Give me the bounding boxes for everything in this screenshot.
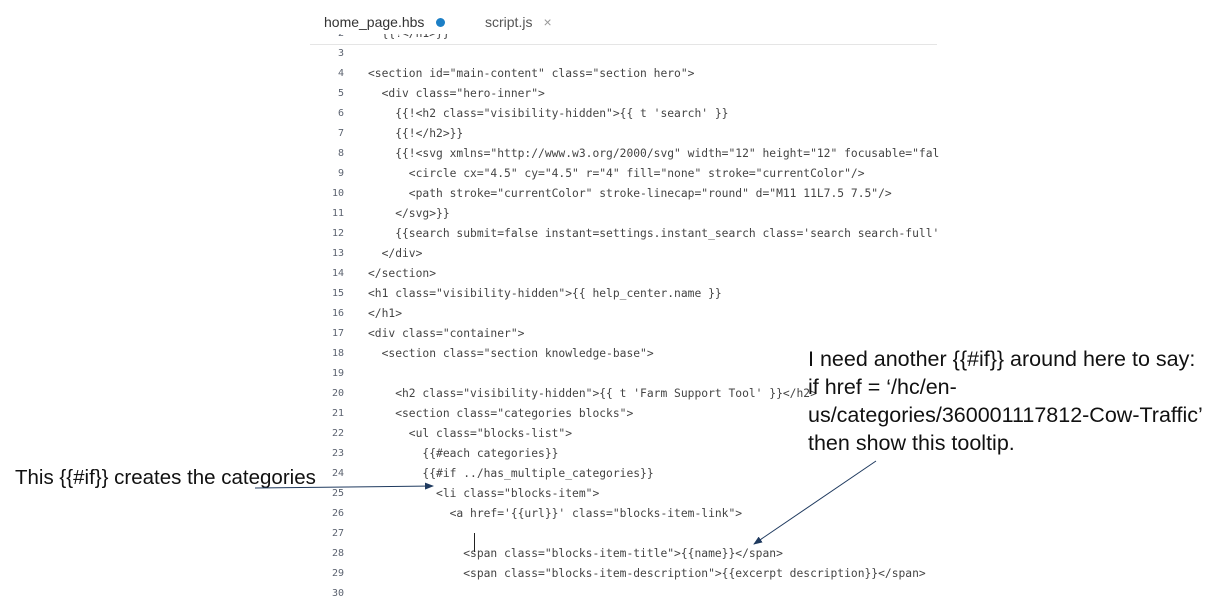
arrow-to-if-line	[254, 482, 434, 490]
annotation-arrows	[254, 460, 877, 545]
arrow-to-anchor-line	[753, 460, 877, 545]
